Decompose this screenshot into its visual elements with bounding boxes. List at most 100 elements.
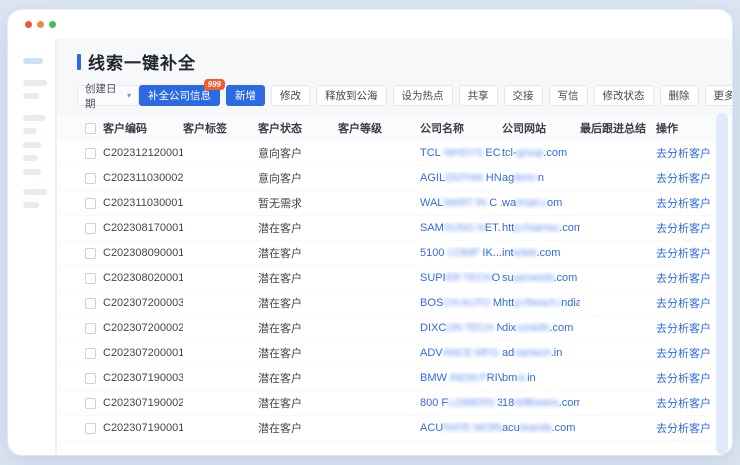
toolbar-button-label: 修改状态 [603,88,645,103]
toolbar-button-设为热点[interactable]: 设为热点 [393,85,453,106]
toolbar-button-修改[interactable]: 修改 [271,85,310,106]
company-name-prefix: SAM [420,222,444,234]
company-website-prefix: tcl- [502,147,517,159]
table-scrollbar[interactable] [716,113,728,454]
column-header-客户等级: 客户等级 [338,120,420,136]
analyze-customer-link[interactable]: 去分析客户 [656,370,716,386]
analyze-customer-link[interactable]: 去分析客户 [656,420,716,436]
row-checkbox[interactable] [85,323,96,334]
company-website-suffix: ndia... [561,297,580,309]
minimize-window-button[interactable] [37,21,44,28]
company-website-link[interactable]: 1800flowers.com [502,397,580,409]
customer-code-cell: C202307200003 [103,297,183,309]
toolbar-button-label: 释放到公海 [325,88,378,103]
customer-code-cell: C202307190001 [103,422,183,434]
company-name-prefix: BOS [420,297,443,309]
zoom-window-button[interactable] [49,21,56,28]
analyze-customer-link[interactable]: 去分析客户 [656,195,716,211]
company-website-link[interactable]: intertek.com [502,247,580,259]
company-website-link[interactable]: advantech.in [502,347,580,359]
customer-status-cell: 潜在客户 [258,295,338,311]
row-checkbox[interactable] [85,298,96,309]
analyze-customer-link[interactable]: 去分析客户 [656,320,716,336]
row-checkbox[interactable] [85,173,96,184]
table-row: C202307190002潜在客户800 FLOWERS 3 I...1800f… [57,391,716,416]
sidebar-item-skeleton[interactable] [23,93,39,99]
company-website-link[interactable]: agilent.in [502,172,580,184]
table-row: C202308170001潜在客户SAMSUNG NET...http://sa… [57,216,716,241]
row-checkbox[interactable] [85,223,96,234]
create-date-filter-select[interactable]: 创建日期 ▾ [77,85,139,106]
company-website-link[interactable]: walmart.com [502,197,580,209]
app-window: 线索一键补全 创建日期 ▾ 补全公司信息999新增修改释放到公海设为热点共享交接… [8,10,732,455]
analyze-customer-link[interactable]: 去分析客户 [656,270,716,286]
toolbar-button-更多...[interactable]: 更多...▾ [705,85,733,106]
company-website-prefix: ad [502,347,514,359]
customer-code-cell: C202311030002 [103,172,183,184]
company-name-redacted: INDIA P [447,372,487,384]
page-header-area: 线索一键补全 创建日期 ▾ 补全公司信息999新增修改释放到公海设为热点共享交接… [57,39,732,115]
row-checkbox[interactable] [85,398,96,409]
row-checkbox[interactable] [85,148,96,159]
company-name-redacted: RATE WORL [443,422,502,434]
company-name-redacted: ANCE MFG [443,347,499,359]
analyze-customer-link[interactable]: 去分析客户 [656,245,716,261]
toolbar-button-新增[interactable]: 新增 [226,85,265,106]
row-checkbox[interactable] [85,198,96,209]
customer-code-cell: C202308020001 [103,272,183,284]
analyze-customer-link[interactable]: 去分析客户 [656,395,716,411]
row-checkbox[interactable] [85,348,96,359]
company-website-prefix: int [502,247,514,259]
analyze-customer-link[interactable]: 去分析客户 [656,170,716,186]
customer-code-cell: C202307190003 [103,372,183,384]
company-website-link[interactable]: tcl-group.com [502,147,580,159]
company-website-suffix: .com [537,247,561,259]
company-website-link[interactable]: acubrands.com [502,422,580,434]
customer-status-cell: 潜在客户 [258,320,338,336]
company-website-link[interactable]: http://samsu.com [502,222,580,234]
sidebar-nav [8,39,57,455]
sidebar-item-skeleton[interactable] [23,169,41,175]
sidebar-item-skeleton[interactable] [23,189,47,195]
sidebar-item-skeleton[interactable] [23,128,37,134]
toolbar-button-交接[interactable]: 交接 [504,85,543,106]
sidebar-item-skeleton[interactable] [23,202,39,208]
company-name-suffix: ET... [485,222,502,234]
company-website-link[interactable]: superworld.com [502,272,580,284]
company-website-link[interactable]: dixconinfo.com [502,322,580,334]
sidebar-item-active[interactable] [23,58,43,64]
toolbar-button-删除[interactable]: 删除 [660,85,699,106]
company-website-link[interactable]: http://bosch.india... [502,297,580,309]
close-window-button[interactable] [25,21,32,28]
sidebar-item-skeleton[interactable] [23,115,45,121]
company-name-redacted: ON TECH [446,322,493,334]
sidebar-item-skeleton[interactable] [23,155,38,161]
sidebar-item-skeleton[interactable] [23,80,47,86]
company-name-prefix: AGIL [420,172,445,184]
table-body: C202312120001意向客户TCL WHSYS EC...tcl-grou… [57,141,716,441]
analyze-customer-link[interactable]: 去分析客户 [656,220,716,236]
company-name-cell: ACURATE WORLD... [420,422,502,434]
row-checkbox[interactable] [85,273,96,284]
analyze-customer-link[interactable]: 去分析客户 [656,295,716,311]
toolbar-button-共享[interactable]: 共享 [459,85,498,106]
customer-status-cell: 潜在客户 [258,420,338,436]
analyze-customer-link[interactable]: 去分析客户 [656,145,716,161]
toolbar-button-补全公司信息[interactable]: 补全公司信息999 [139,85,220,106]
company-website-redacted: p://samsu [514,222,559,234]
select-all-checkbox[interactable] [85,123,96,134]
customer-code-cell: C202311030001 [103,197,183,209]
row-checkbox[interactable] [85,423,96,434]
customer-status-cell: 潜在客户 [258,220,338,236]
company-name-cell: 800 FLOWERS 3 I... [420,397,502,409]
row-checkbox[interactable] [85,373,96,384]
company-name-suffix: HN... [483,172,502,184]
toolbar-button-写信[interactable]: 写信 [549,85,588,106]
sidebar-item-skeleton[interactable] [23,142,41,148]
toolbar-button-修改状态[interactable]: 修改状态 [594,85,654,106]
toolbar-button-释放到公海[interactable]: 释放到公海 [316,85,387,106]
column-header-客户状态: 客户状态 [258,120,338,136]
company-website-link[interactable]: bmw.in [502,372,580,384]
row-checkbox[interactable] [85,248,96,259]
analyze-customer-link[interactable]: 去分析客户 [656,345,716,361]
